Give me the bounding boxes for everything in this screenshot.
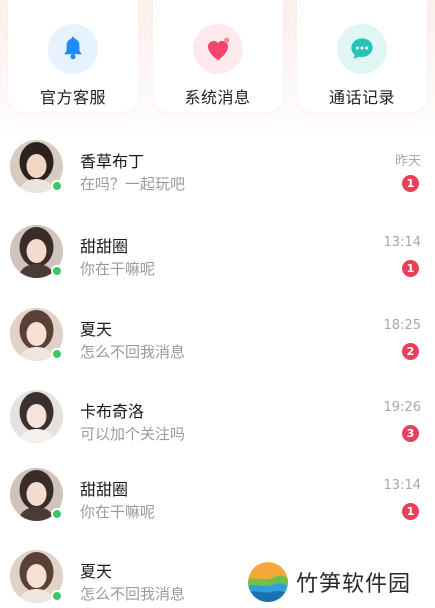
bell-icon (48, 24, 98, 74)
last-message: 可以加个关注吗 (80, 425, 186, 443)
conversation-row[interactable]: 夏天 怎么不回我消息 18:25 2 (0, 308, 435, 368)
avatar[interactable] (10, 140, 63, 193)
conversation-row[interactable]: 甜甜圈 你在干嘛呢 13:14 1 (0, 468, 435, 528)
watermark: 竹笋软件园 (248, 560, 428, 604)
message-time: 19:26 (383, 400, 421, 415)
conversation-row[interactable]: 卡布奇洛 可以加个关注吗 19:26 3 (0, 390, 435, 450)
unread-badge: 1 (402, 503, 419, 520)
message-time: 昨天 (394, 154, 421, 169)
contact-name: 夏天 (80, 320, 113, 339)
call-records-label: 通话记录 (328, 88, 395, 107)
online-status-dot (51, 265, 63, 277)
last-message: 你在干嘛呢 (80, 260, 156, 278)
watermark-logo-icon (248, 562, 288, 602)
last-message: 你在干嘛呢 (80, 503, 156, 521)
call-records-card[interactable]: 通话记录 (297, 0, 427, 112)
watermark-text: 竹笋软件园 (296, 572, 412, 597)
unread-badge: 3 (402, 425, 419, 442)
system-messages-label: 系统消息 (184, 88, 251, 107)
system-messages-card[interactable]: 系统消息 (152, 0, 283, 112)
contact-name: 夏天 (80, 562, 113, 581)
contact-name: 甜甜圈 (80, 480, 129, 499)
customer-service-card[interactable]: 官方客服 (8, 0, 138, 112)
heart-icon (192, 24, 243, 74)
avatar[interactable] (10, 390, 63, 443)
unread-badge: 1 (402, 260, 419, 277)
online-status-dot (51, 590, 63, 602)
last-message: 在吗？一起玩吧 (80, 175, 186, 193)
conversation-row[interactable]: 甜甜圈 你在干嘛呢 13:14 1 (0, 225, 435, 285)
contact-name: 香草布丁 (80, 152, 145, 171)
online-status-dot (51, 180, 63, 192)
unread-badge: 2 (402, 343, 419, 360)
avatar[interactable] (10, 308, 63, 361)
message-time: 18:25 (383, 318, 421, 333)
avatar[interactable] (10, 225, 63, 278)
last-message: 怎么不回我消息 (80, 585, 186, 603)
avatar-image (10, 390, 63, 443)
online-status-dot (51, 348, 63, 360)
customer-service-label: 官方客服 (39, 88, 106, 107)
quick-actions-bar: 官方客服 系统消息 通话记录 (8, 0, 427, 112)
conversation-row[interactable]: 香草布丁 在吗？一起玩吧 昨天 1 (0, 140, 435, 200)
contact-name: 甜甜圈 (80, 237, 129, 256)
message-time: 13:14 (383, 235, 421, 250)
online-status-dot (51, 508, 63, 520)
last-message: 怎么不回我消息 (80, 343, 186, 361)
avatar[interactable] (10, 550, 63, 603)
unread-badge: 1 (402, 175, 419, 192)
chat-bubble-icon (337, 24, 387, 74)
avatar[interactable] (10, 468, 63, 521)
message-time: 13:14 (383, 478, 421, 493)
contact-name: 卡布奇洛 (80, 402, 145, 421)
